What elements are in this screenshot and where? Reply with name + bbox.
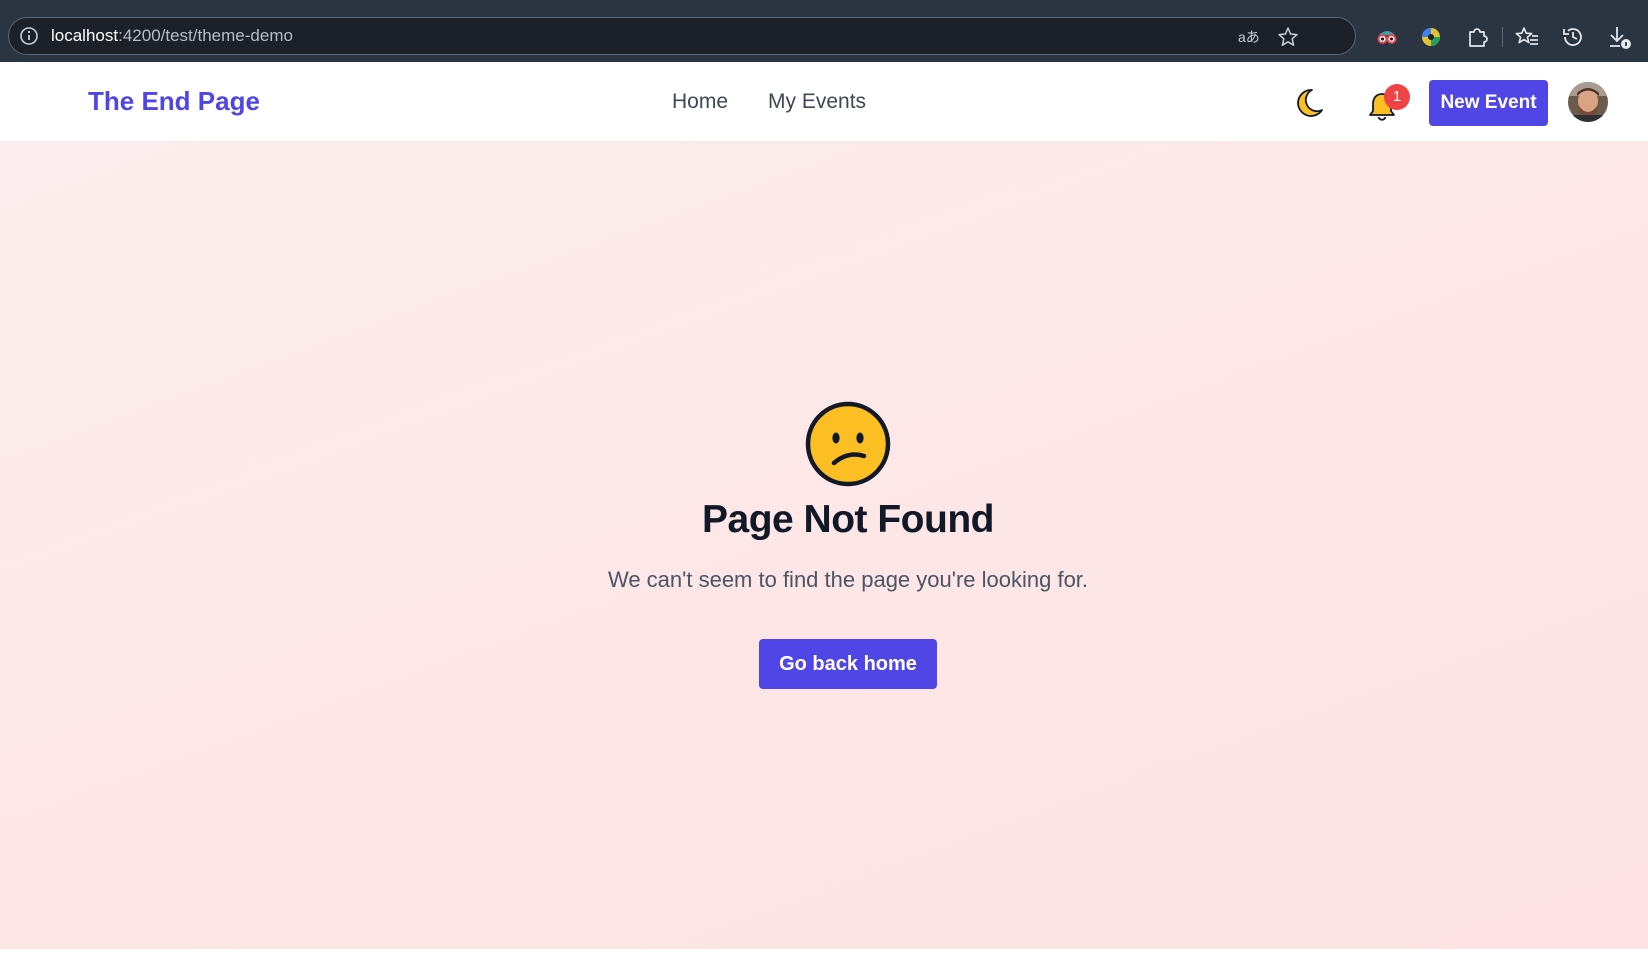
extensions-puzzle-icon[interactable] bbox=[1464, 24, 1490, 50]
info-icon[interactable] bbox=[19, 26, 39, 46]
address-bar[interactable]: localhost:4200/test/theme-demo aあ bbox=[8, 17, 1356, 55]
not-found-section: Page Not Found We can't seem to find the… bbox=[0, 62, 1648, 949]
confused-face-icon bbox=[805, 401, 891, 487]
page-bottom-edge bbox=[0, 949, 1648, 961]
url-path: :4200/test/theme-demo bbox=[118, 26, 293, 45]
go-back-home-button[interactable]: Go back home bbox=[759, 639, 937, 689]
bookmark-star-icon[interactable] bbox=[1277, 26, 1299, 48]
svg-text:aあ: aあ bbox=[1238, 29, 1259, 45]
extension-color-icon[interactable] bbox=[1418, 24, 1444, 50]
translate-icon[interactable]: aあ bbox=[1237, 26, 1259, 48]
url-text[interactable]: localhost:4200/test/theme-demo bbox=[51, 26, 293, 46]
page-title: Page Not Found bbox=[702, 498, 994, 541]
history-icon[interactable] bbox=[1560, 24, 1586, 50]
downloads-icon[interactable] bbox=[1606, 24, 1632, 50]
browser-toolbar: localhost:4200/test/theme-demo aあ bbox=[0, 0, 1648, 62]
url-host: localhost bbox=[51, 26, 119, 45]
page-message: We can't seem to find the page you're lo… bbox=[607, 567, 1089, 592]
favorites-icon[interactable] bbox=[1514, 24, 1540, 50]
page-body: The End Page Home My Events 1 New Event bbox=[0, 62, 1648, 949]
extension-glasses-icon[interactable] bbox=[1374, 24, 1400, 50]
toolbar-separator bbox=[1502, 27, 1503, 47]
